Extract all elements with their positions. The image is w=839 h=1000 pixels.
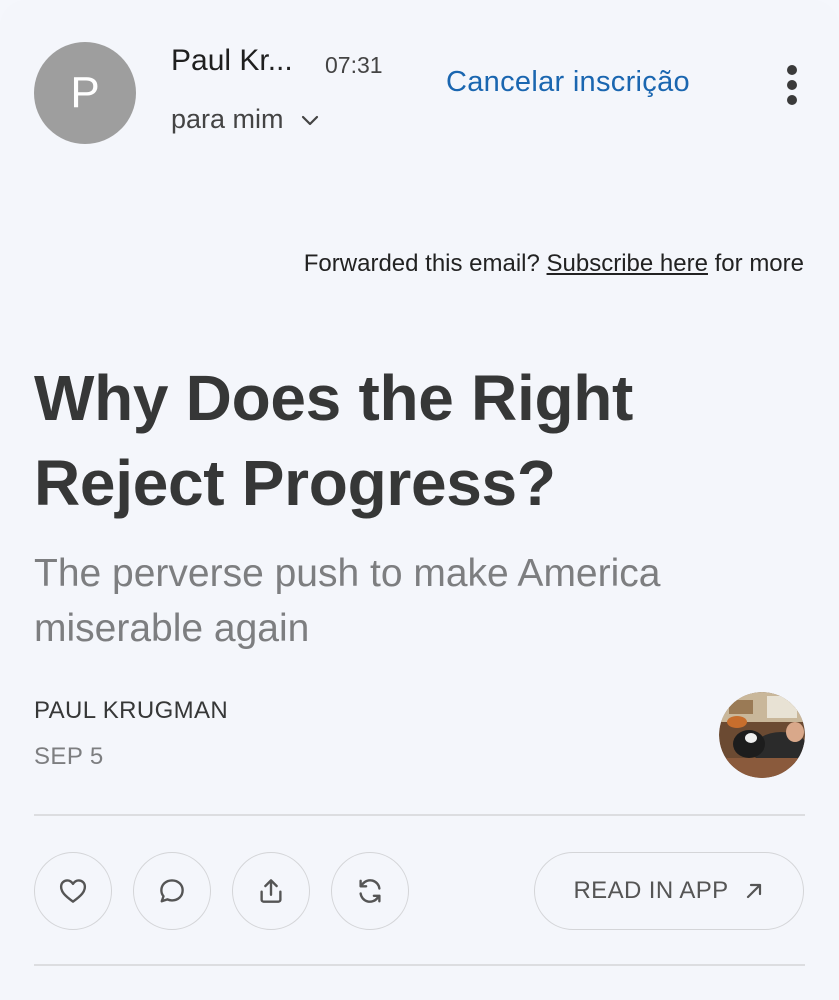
divider-bottom [34, 964, 805, 966]
author-name[interactable]: PAUL KRUGMAN [34, 697, 228, 725]
more-options-icon[interactable] [776, 62, 808, 108]
author-avatar[interactable] [719, 692, 805, 778]
email-time: 07:31 [325, 52, 383, 78]
email-view: P Paul Kr... 07:31 para mim Cancelar ins… [0, 0, 839, 1000]
avatar-letter: P [70, 68, 100, 117]
post-date: SEP 5 [34, 743, 104, 770]
comment-icon [160, 879, 184, 903]
subscribe-link[interactable]: Subscribe here [547, 250, 708, 277]
share-icon [260, 879, 282, 903]
recipient-label: para mim [171, 104, 284, 134]
post-title[interactable]: Why Does the Right Reject Progress? [34, 356, 794, 526]
sender-name[interactable]: Paul Kr... [171, 44, 293, 78]
recipient-toggle[interactable]: para mim [171, 104, 320, 135]
sender-avatar[interactable]: P [34, 42, 136, 144]
forward-notice: Forwarded this email? Subscribe here for… [304, 250, 804, 278]
read-in-app-label: READ IN APP [573, 877, 729, 904]
post-subtitle: The perverse push to make America misera… [34, 552, 661, 650]
share-button[interactable] [232, 852, 310, 930]
heart-icon [59, 879, 87, 903]
restack-button[interactable] [331, 852, 409, 930]
arrow-up-right-icon [746, 883, 761, 899]
forward-suffix: for more [707, 250, 804, 277]
read-in-app-button[interactable]: READ IN APP [534, 852, 804, 930]
chevron-down-icon [301, 115, 318, 125]
restack-icon [359, 879, 381, 903]
comment-button[interactable] [133, 852, 211, 930]
unsubscribe-button[interactable]: Cancelar inscrição [446, 66, 690, 99]
forward-prefix: Forwarded this email? [303, 250, 547, 277]
like-button[interactable] [34, 852, 112, 930]
divider-top [34, 814, 805, 816]
